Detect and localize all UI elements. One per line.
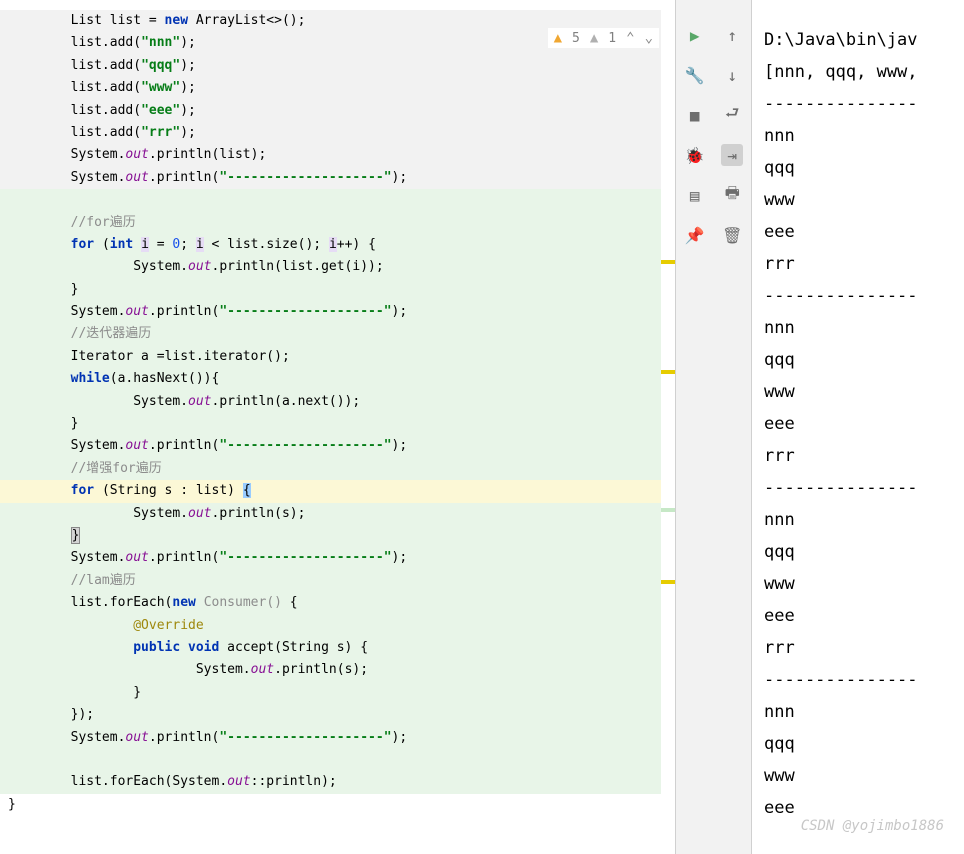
run-toolbar: ▶ 🔧 ■ 🐞 ▤ 📌 ↑ ↓ ⮐ ⇥ 🖶 🗑 bbox=[675, 0, 751, 854]
console-line: qqq bbox=[764, 344, 952, 376]
code-line[interactable]: System.out.println("--------------------… bbox=[0, 301, 661, 323]
next-highlight-button[interactable]: ⌄ bbox=[645, 30, 653, 46]
console-line: rrr bbox=[764, 632, 952, 664]
console-line: D:\Java\bin\jav bbox=[764, 24, 952, 56]
console-line: qqq bbox=[764, 152, 952, 184]
console-line: --------------- bbox=[764, 88, 952, 120]
console-line: rrr bbox=[764, 440, 952, 472]
layout-icon[interactable]: ▤ bbox=[684, 184, 706, 206]
code-line[interactable]: System.out.println("--------------------… bbox=[0, 727, 661, 749]
trash-icon[interactable]: 🗑 bbox=[721, 224, 743, 246]
code-line[interactable]: list.add("eee"); bbox=[0, 100, 661, 122]
code-line[interactable]: public void accept(String s) { bbox=[0, 637, 661, 659]
warning-count: 5 bbox=[572, 31, 580, 46]
console-line: nnn bbox=[764, 312, 952, 344]
console-line: nnn bbox=[764, 696, 952, 728]
code-line[interactable]: System.out.println("--------------------… bbox=[0, 547, 661, 569]
inspection-bar: ▲ 5 ▲ 1 ⌃ ⌄ bbox=[548, 28, 659, 48]
code-line[interactable]: } bbox=[0, 279, 661, 301]
code-line[interactable]: list.forEach(new Consumer() { bbox=[0, 592, 661, 614]
print-icon[interactable]: 🖶 bbox=[721, 184, 743, 206]
code-line[interactable]: System.out.println("--------------------… bbox=[0, 167, 661, 189]
code-line[interactable]: System.out.println(s); bbox=[0, 503, 661, 525]
pin-icon[interactable]: 📌 bbox=[684, 224, 706, 246]
stripe-mark[interactable] bbox=[661, 508, 675, 512]
code-line[interactable]: @Override bbox=[0, 615, 661, 637]
console-line: eee bbox=[764, 408, 952, 440]
console-line: www bbox=[764, 568, 952, 600]
code-line[interactable]: //迭代器遍历 bbox=[0, 323, 661, 345]
console-line: nnn bbox=[764, 504, 952, 536]
console-output[interactable]: D:\Java\bin\jav[nnn, qqq, www,----------… bbox=[751, 0, 964, 854]
stop-icon[interactable]: ■ bbox=[684, 104, 706, 126]
code-line[interactable]: System.out.println(list.get(i)); bbox=[0, 256, 661, 278]
watermark: CSDN @yojimbo1886 bbox=[801, 818, 944, 834]
weak-warning-icon[interactable]: ▲ bbox=[590, 30, 598, 46]
code-line[interactable]: list.add("rrr"); bbox=[0, 122, 661, 144]
code-line[interactable]: System.out.println(a.next()); bbox=[0, 391, 661, 413]
code-line[interactable]: System.out.println(list); bbox=[0, 144, 661, 166]
code-line[interactable]: for (String s : list) { bbox=[0, 480, 661, 502]
stripe-mark[interactable] bbox=[661, 260, 675, 264]
console-line: eee bbox=[764, 600, 952, 632]
code-line[interactable]: list.add("qqq"); bbox=[0, 55, 661, 77]
console-line: --------------- bbox=[764, 280, 952, 312]
code-line[interactable]: //增强for遍历 bbox=[0, 458, 661, 480]
console-line: [nnn, qqq, www, bbox=[764, 56, 952, 88]
console-line: www bbox=[764, 184, 952, 216]
console-line: rrr bbox=[764, 248, 952, 280]
code-line[interactable]: System.out.println("--------------------… bbox=[0, 435, 661, 457]
code-editor[interactable]: List list = new ArrayList<>(); list.add(… bbox=[0, 10, 661, 854]
console-line: --------------- bbox=[764, 664, 952, 696]
code-line[interactable]: list.add("www"); bbox=[0, 77, 661, 99]
console-line: qqq bbox=[764, 728, 952, 760]
stripe-mark[interactable] bbox=[661, 580, 675, 584]
console-line: nnn bbox=[764, 120, 952, 152]
console-line: eee bbox=[764, 216, 952, 248]
code-line[interactable]: } bbox=[0, 682, 661, 704]
code-line[interactable] bbox=[0, 749, 661, 771]
console-line: www bbox=[764, 376, 952, 408]
wrench-icon[interactable]: 🔧 bbox=[684, 64, 706, 86]
editor-panel: ▲ 5 ▲ 1 ⌃ ⌄ List list = new ArrayList<>(… bbox=[0, 0, 675, 854]
code-line[interactable]: //for遍历 bbox=[0, 212, 661, 234]
console-line: --------------- bbox=[764, 472, 952, 504]
code-line[interactable]: } bbox=[0, 413, 661, 435]
weak-warning-count: 1 bbox=[608, 31, 616, 46]
code-line[interactable]: for (int i = 0; i < list.size(); i++) { bbox=[0, 234, 661, 256]
run-icon[interactable]: ▶ bbox=[684, 24, 706, 46]
code-line[interactable] bbox=[0, 189, 661, 211]
soft-wrap-icon[interactable]: ⮐ bbox=[721, 104, 743, 126]
console-line: www bbox=[764, 760, 952, 792]
code-line[interactable]: System.out.println(s); bbox=[0, 659, 661, 681]
stripe-mark[interactable] bbox=[661, 370, 675, 374]
code-line[interactable]: }); bbox=[0, 704, 661, 726]
code-line[interactable]: } bbox=[0, 525, 661, 547]
console-line: qqq bbox=[764, 536, 952, 568]
code-line[interactable]: while(a.hasNext()){ bbox=[0, 368, 661, 390]
error-stripe[interactable] bbox=[661, 10, 675, 854]
code-line[interactable]: //lam遍历 bbox=[0, 570, 661, 592]
code-line[interactable]: list.forEach(System.out::println); bbox=[0, 771, 661, 793]
warning-icon[interactable]: ▲ bbox=[554, 30, 562, 46]
code-line[interactable]: } bbox=[0, 794, 661, 816]
code-line[interactable]: Iterator a =list.iterator(); bbox=[0, 346, 661, 368]
debug-icon[interactable]: 🐞 bbox=[684, 144, 706, 166]
scroll-to-end-icon[interactable]: ⇥ bbox=[721, 144, 743, 166]
prev-highlight-button[interactable]: ⌃ bbox=[626, 30, 634, 46]
down-arrow-icon[interactable]: ↓ bbox=[721, 64, 743, 86]
up-arrow-icon[interactable]: ↑ bbox=[721, 24, 743, 46]
